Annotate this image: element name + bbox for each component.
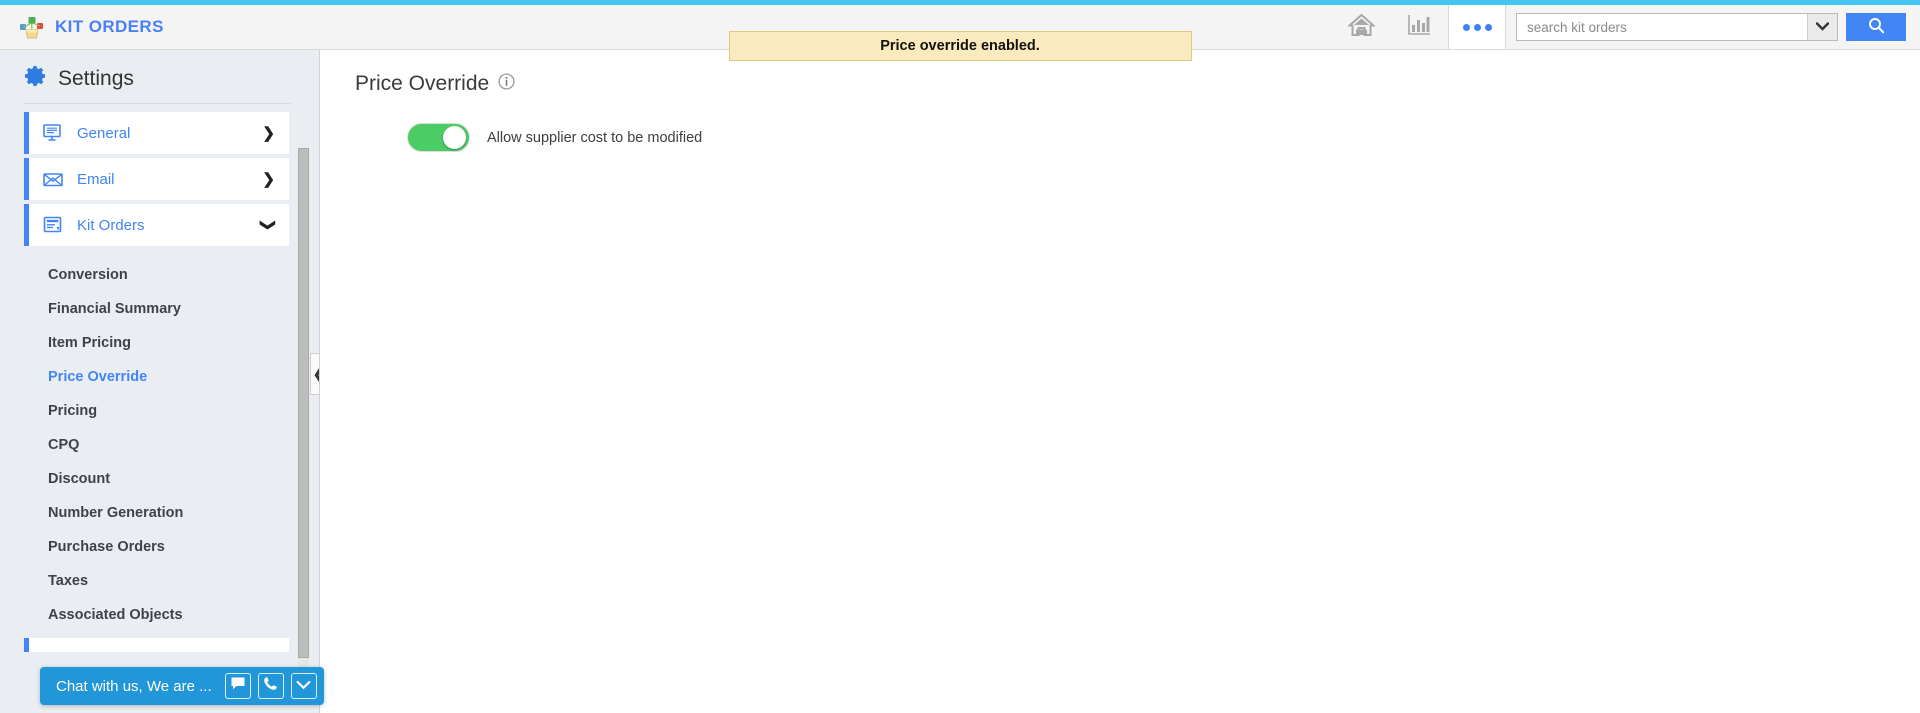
sidebar-nav-scroll: General ❯ Email ❯ Kit Orders ❯ Conversio… (0, 112, 319, 682)
app-header: KIT ORDERS search kit orders Price overr… (0, 5, 1920, 61)
kit-orders-subitems: Conversion Financial Summary Item Pricin… (0, 250, 319, 632)
search-input[interactable] (1517, 14, 1807, 40)
search-combo (1516, 13, 1838, 41)
toggle-knob (443, 126, 466, 149)
page-body: Settings General ❯ Email ❯ Kit Orders ❯ … (0, 50, 1920, 713)
sidebar-scrollbar-thumb[interactable] (298, 148, 309, 658)
sidebar-group-email[interactable]: Email ❯ (24, 158, 289, 200)
chat-widget[interactable]: Chat with us, We are ... (40, 667, 324, 705)
allow-supplier-cost-label: Allow supplier cost to be modified (487, 129, 703, 146)
sidebar-item-price-override[interactable]: Price Override (0, 360, 319, 394)
settings-header: Settings (0, 50, 319, 103)
sidebar-item-associated-objects[interactable]: Associated Objects (0, 598, 319, 632)
sidebar-item-discount[interactable]: Discount (0, 462, 319, 496)
bar-chart-icon (1407, 13, 1431, 42)
search-area (1506, 5, 1920, 49)
chat-collapse-button[interactable] (290, 673, 317, 699)
monitor-icon (43, 124, 65, 142)
sidebar-item-conversion[interactable]: Conversion (0, 258, 319, 292)
search-button[interactable] (1846, 13, 1906, 41)
brand[interactable]: KIT ORDERS (0, 5, 320, 49)
page-title: Price Override (355, 72, 490, 95)
phone-icon (263, 676, 278, 696)
more-dots-icon (1462, 23, 1492, 31)
sidebar-item-purchase-orders[interactable]: Purchase Orders (0, 530, 319, 564)
sidebar-item-taxes[interactable]: Taxes (0, 564, 319, 598)
supplier-cost-setting-row: Allow supplier cost to be modified (355, 123, 1920, 152)
search-icon (1868, 17, 1885, 37)
brand-name: KIT ORDERS (55, 17, 164, 36)
chevron-down-icon (296, 677, 311, 695)
chevron-down-icon (1815, 18, 1830, 36)
sidebar-divider (24, 103, 291, 104)
sidebar-collapse-handle[interactable]: ❮ (310, 353, 319, 395)
sidebar-item-financial-summary[interactable]: Financial Summary (0, 292, 319, 326)
settings-sidebar: Settings General ❯ Email ❯ Kit Orders ❯ … (0, 50, 320, 713)
reports-icon-button[interactable] (1390, 5, 1448, 49)
allow-supplier-cost-toggle[interactable] (407, 123, 470, 152)
sidebar-group-partial[interactable] (24, 638, 289, 652)
sidebar-scrollbar[interactable] (298, 148, 309, 688)
search-scope-dropdown[interactable] (1807, 14, 1837, 40)
notification-banner: Price override enabled. (728, 31, 1192, 61)
sidebar-group-label: Email (77, 170, 115, 188)
chevron-right-icon: ❯ (262, 171, 275, 188)
info-icon[interactable] (498, 73, 515, 95)
sidebar-item-item-pricing[interactable]: Item Pricing (0, 326, 319, 360)
chevron-right-icon: ❯ (262, 125, 275, 142)
chat-widget-text: Chat with us, We are ... (56, 677, 212, 695)
document-list-icon (43, 216, 65, 234)
home-icon-button[interactable] (1332, 5, 1390, 49)
page-title-row: Price Override (355, 72, 1920, 96)
main-content: Price Override Allow supplier cost to be… (320, 50, 1920, 713)
gear-icon (24, 64, 48, 93)
envelope-icon (43, 171, 65, 187)
sidebar-group-general[interactable]: General ❯ (24, 112, 289, 154)
sidebar-item-pricing[interactable]: Pricing (0, 394, 319, 428)
chat-bubble-icon (230, 676, 246, 696)
chat-call-button[interactable] (257, 673, 284, 699)
home-icon (1346, 13, 1376, 42)
chevron-down-icon: ❯ (259, 218, 277, 232)
kit-orders-cubes-box-logo-icon (18, 14, 46, 40)
sidebar-group-label: General (77, 124, 131, 142)
sidebar-group-label: Kit Orders (77, 216, 145, 234)
chat-message-button[interactable] (224, 673, 251, 699)
sidebar-item-cpq[interactable]: CPQ (0, 428, 319, 462)
header-icon-group (1332, 5, 1506, 49)
sidebar-group-kit-orders[interactable]: Kit Orders ❯ (24, 204, 289, 246)
more-options-button[interactable] (1448, 5, 1506, 49)
sidebar-item-number-generation[interactable]: Number Generation (0, 496, 319, 530)
settings-title: Settings (58, 66, 134, 90)
